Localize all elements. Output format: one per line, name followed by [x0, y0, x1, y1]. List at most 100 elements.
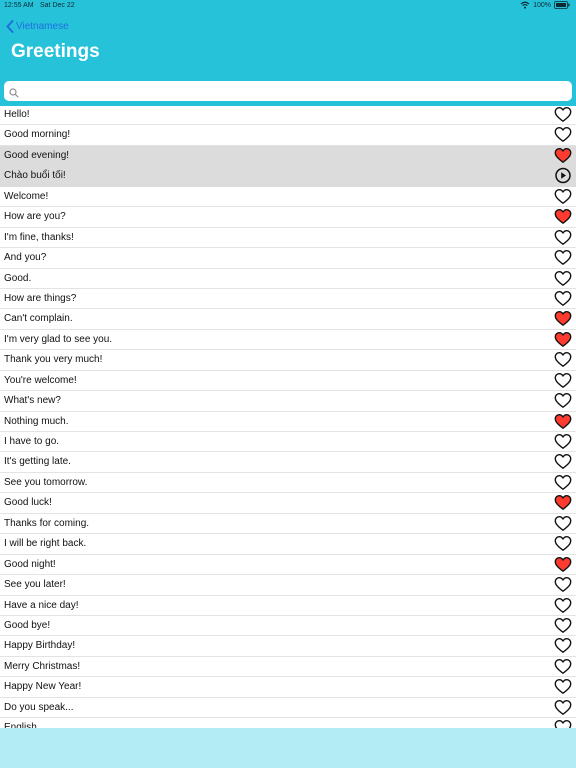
phrase-row[interactable]: See you tomorrow.	[0, 473, 576, 494]
phrase-row[interactable]: English	[0, 718, 576, 728]
heart-outline-icon[interactable]	[554, 453, 572, 470]
phrase-text: Good luck!	[4, 497, 52, 509]
phrase-text: Can't complain.	[4, 313, 73, 325]
status-indicators: 100%	[520, 1, 570, 9]
battery-percent: 100%	[533, 1, 551, 9]
status-date: Sat Dec 22	[40, 2, 75, 9]
phrase-text: What's new?	[4, 395, 61, 407]
phrase-row[interactable]: And you?	[0, 248, 576, 269]
heart-filled-icon[interactable]	[554, 413, 572, 430]
heart-filled-icon[interactable]	[554, 331, 572, 348]
back-button-label: Vietnamese	[16, 20, 69, 32]
phrase-row[interactable]: Good bye!	[0, 616, 576, 637]
phrase-text: I'm very glad to see you.	[4, 333, 113, 345]
status-time: 12:55 AM	[4, 2, 34, 9]
search-icon	[9, 85, 19, 103]
phrase-row[interactable]: Can't complain.	[0, 309, 576, 330]
status-bar: 12:55 AM Sat Dec 22 100%	[0, 0, 576, 12]
play-icon[interactable]	[554, 167, 572, 184]
phrase-row[interactable]: Do you speak...	[0, 698, 576, 719]
phrase-row[interactable]: Good night!	[0, 555, 576, 576]
search-field[interactable]	[4, 81, 572, 101]
heart-outline-icon[interactable]	[554, 637, 572, 654]
translation-text: Chào buổi tối!	[4, 170, 66, 182]
phrase-text: You're welcome!	[4, 374, 77, 386]
phrase-text: Thanks for coming.	[4, 517, 90, 529]
phrase-row[interactable]: I will be right back.	[0, 534, 576, 555]
phrase-row[interactable]: Happy Birthday!	[0, 636, 576, 657]
heart-outline-icon[interactable]	[554, 576, 572, 593]
heart-outline-icon[interactable]	[554, 229, 572, 246]
heart-outline-icon[interactable]	[554, 678, 572, 695]
phrase-text: Happy New Year!	[4, 681, 82, 693]
heart-filled-icon[interactable]	[554, 310, 572, 327]
phrase-row[interactable]: Good evening!	[0, 145, 576, 167]
phrase-text: Have a nice day!	[4, 599, 79, 611]
phrase-row[interactable]: Welcome!	[0, 187, 576, 208]
phrase-list: Hello! Good morning! Good evening! Chào buổ…	[0, 105, 576, 728]
heart-outline-icon[interactable]	[554, 392, 572, 409]
phrase-text: Happy Birthday!	[4, 640, 76, 652]
heart-outline-icon[interactable]	[554, 249, 572, 266]
heart-filled-icon[interactable]	[554, 147, 572, 164]
phrase-row[interactable]: Good.	[0, 269, 576, 289]
phrase-row[interactable]: Merry Christmas!	[0, 657, 576, 678]
phrase-row[interactable]: It's getting late.	[0, 452, 576, 473]
phrase-row[interactable]: Nothing much.	[0, 412, 576, 432]
heart-outline-icon[interactable]	[554, 699, 572, 716]
heart-filled-icon[interactable]	[554, 556, 572, 573]
phrase-text: How are you?	[4, 211, 66, 223]
phrase-row[interactable]: Thanks for coming.	[0, 514, 576, 535]
heart-outline-icon[interactable]	[554, 372, 572, 389]
phrase-row[interactable]: I'm fine, thanks!	[0, 228, 576, 249]
phrase-row[interactable]: Good luck!	[0, 493, 576, 514]
heart-outline-icon[interactable]	[554, 617, 572, 634]
phrase-row[interactable]: How are you?	[0, 207, 576, 228]
back-button[interactable]: Vietnamese	[6, 18, 69, 34]
translation-row[interactable]: Chào buổi tối!	[0, 166, 576, 187]
heart-filled-icon[interactable]	[554, 494, 572, 511]
heart-outline-icon[interactable]	[554, 515, 572, 532]
phrase-text: Good night!	[4, 558, 56, 570]
phrase-row[interactable]: Have a nice day!	[0, 596, 576, 616]
heart-outline-icon[interactable]	[554, 535, 572, 552]
phrase-row[interactable]: You're welcome!	[0, 371, 576, 392]
wifi-icon	[520, 1, 530, 9]
phrase-text: Hello!	[4, 109, 30, 120]
heart-outline-icon[interactable]	[554, 719, 572, 728]
phrase-text: Good evening!	[4, 149, 70, 161]
phrase-row[interactable]: How are things?	[0, 289, 576, 310]
phrase-text: Thank you very much!	[4, 354, 103, 366]
heart-outline-icon[interactable]	[554, 270, 572, 287]
phrase-text: Good bye!	[4, 619, 51, 631]
phrase-row[interactable]: I'm very glad to see you.	[0, 330, 576, 351]
phrase-text: Nothing much.	[4, 415, 69, 427]
bottom-bar	[0, 728, 576, 768]
heart-outline-icon[interactable]	[554, 474, 572, 491]
heart-outline-icon[interactable]	[554, 290, 572, 307]
heart-outline-icon[interactable]	[554, 188, 572, 205]
phrase-text: Merry Christmas!	[4, 660, 81, 672]
battery-icon	[554, 1, 570, 9]
phrase-text: See you later!	[4, 579, 66, 591]
heart-outline-icon[interactable]	[554, 126, 572, 143]
heart-outline-icon[interactable]	[554, 658, 572, 675]
heart-outline-icon[interactable]	[554, 433, 572, 450]
phrase-row[interactable]: See you later!	[0, 575, 576, 596]
phrase-row[interactable]: Hello!	[0, 105, 576, 126]
phrase-row[interactable]: I have to go.	[0, 432, 576, 453]
heart-outline-icon[interactable]	[554, 106, 572, 123]
search-input[interactable]	[22, 83, 562, 99]
phrase-text: I will be right back.	[4, 538, 87, 550]
search-bar	[0, 76, 576, 106]
heart-outline-icon[interactable]	[554, 597, 572, 614]
heart-outline-icon[interactable]	[554, 351, 572, 368]
phrase-row[interactable]: What's new?	[0, 391, 576, 412]
phrase-row[interactable]: Happy New Year!	[0, 677, 576, 698]
heart-filled-icon[interactable]	[554, 208, 572, 225]
phrase-text: I have to go.	[4, 436, 60, 447]
phrase-row[interactable]: Good morning!	[0, 125, 576, 146]
phrase-row[interactable]: Thank you very much!	[0, 350, 576, 371]
navigation-header: 12:55 AM Sat Dec 22 100% Vietnamese Gree…	[0, 0, 576, 76]
phrase-text: Good.	[4, 272, 32, 284]
